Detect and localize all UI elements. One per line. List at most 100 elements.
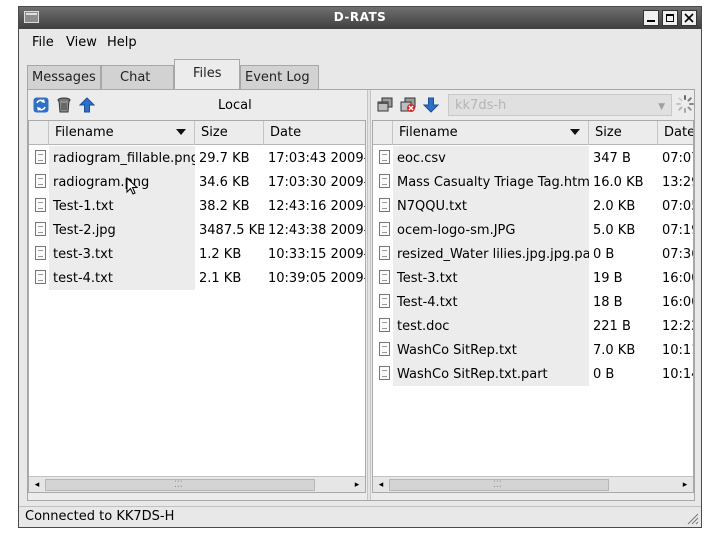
table-row[interactable]: test.doc 221 B 12:22:3 [373,314,693,338]
local-hscrollbar[interactable]: ◂ ⁚⁚⁚ ▸ [29,476,365,492]
trash-icon [57,97,71,113]
document-icon [379,246,390,260]
icon-column-header [373,121,393,145]
cell-name: radiogram.png [49,170,195,194]
menu-file[interactable]: File [32,35,54,50]
menu-view[interactable]: View [66,35,97,50]
tab-event-log[interactable]: Event Log [240,65,319,89]
table-row[interactable]: WashCo SitRep.txt.part 0 B 10:14:5 [373,362,693,386]
sort-down-icon [570,129,580,135]
table-row[interactable]: Test-2.jpg 3487.5 KB 12:43:38 2009-0 [29,218,365,242]
document-icon [379,366,390,380]
download-button[interactable] [420,94,442,116]
cell-name: Test-2.jpg [49,218,195,242]
document-icon [379,342,390,356]
document-icon [35,270,46,284]
cell-date: 13:29:0 [662,175,693,190]
cell-date: 07:36:3 [662,247,693,262]
stop-button[interactable] [397,94,419,116]
cell-size: 34.6 KB [199,175,250,190]
table-row[interactable]: WashCo SitRep.txt 7.0 KB 10:11:2 [373,338,693,362]
up-arrow-icon [78,97,96,113]
cell-date: 12:43:38 2009-0 [268,223,366,238]
cell-date: 12:43:16 2009-0 [268,199,366,214]
titlebar[interactable]: D-RATS [19,7,701,29]
remote-col-date[interactable]: Date [658,121,693,145]
cell-date: 16:00:2 [662,271,693,286]
scroll-left-icon[interactable]: ◂ [375,479,387,491]
resize-grip-icon[interactable] [685,511,699,525]
minimize-button[interactable] [643,10,659,26]
document-icon [35,174,46,188]
document-icon [35,222,46,236]
menu-help[interactable]: Help [107,35,137,50]
remote-col-filename[interactable]: Filename [393,121,589,145]
station-select-value: kk7ds-h [455,98,507,113]
table-row[interactable]: test-4.txt 2.1 KB 10:39:05 2009-0 [29,266,365,290]
table-row[interactable]: radiogram_fillable.png 29.7 KB 17:03:43 20… [29,146,365,170]
close-button[interactable] [681,10,697,26]
cell-name: Test-1.txt [49,194,195,218]
table-row[interactable]: Test-4.txt 18 B 16:00:1 [373,290,693,314]
tab-bar: Messages Chat Files Event Log [27,59,687,90]
local-col-size[interactable]: Size [195,121,264,145]
local-col-filename[interactable]: Filename [49,121,195,145]
delete-button[interactable] [53,94,75,116]
table-row[interactable]: eoc.csv 347 B 07:07:2 [373,146,693,170]
maximize-icon [666,14,674,22]
cell-date: 10:39:05 2009-0 [268,271,366,286]
tab-files[interactable]: Files [174,59,240,90]
table-row[interactable]: resized_Water lilies.jpg.jpg.part 0 B 07:3… [373,242,693,266]
cell-size: 3487.5 KB [199,223,264,238]
scroll-thumb[interactable]: ⁚⁚⁚ [45,479,315,491]
list-files-button[interactable] [374,94,396,116]
scroll-thumb[interactable]: ⁚⁚⁚ [389,479,609,491]
local-file-list[interactable]: Filename Size Date radiogram_fillable.pn… [28,120,366,493]
cell-date: 17:03:30 2009-0 [268,175,366,190]
remote-hscrollbar[interactable]: ◂ ⁚⁚⁚ ▸ [373,476,693,492]
cell-size: 38.2 KB [199,199,250,214]
remote-file-list[interactable]: Filename Size Date eoc.csv 347 B 07:07:2 Ma… [372,120,694,493]
cell-name: test-3.txt [49,242,195,266]
cell-date: 07:19:4 [662,223,693,238]
windows-icon [377,97,393,112]
grip-icon: ⁚⁚⁚ [174,480,183,490]
remote-toolbar: kk7ds-h ▼ [372,90,694,120]
remote-header: Filename Size Date [373,121,693,145]
remote-col-filename-label: Filename [399,125,458,140]
station-select[interactable]: kk7ds-h ▼ [448,94,672,116]
tab-chat[interactable]: Chat [101,65,174,89]
table-row[interactable]: Test-1.txt 38.2 KB 12:43:16 2009-0 [29,194,365,218]
cell-size: 29.7 KB [199,151,250,166]
cell-date: 16:00:1 [662,295,693,310]
maximize-button[interactable] [662,10,678,26]
table-row[interactable]: Mass Casualty Triage Tag.html 16.0 KB 13:2… [373,170,693,194]
cell-date: 10:14:5 [662,367,693,382]
refresh-button[interactable] [30,94,52,116]
scroll-right-icon[interactable]: ▸ [679,479,691,491]
cell-size: 7.0 KB [593,343,636,358]
upload-button[interactable] [76,94,98,116]
cell-name: resized_Water lilies.jpg.jpg.part [393,242,589,266]
table-row[interactable]: N7QQU.txt 2.0 KB 07:05:5 [373,194,693,218]
table-row[interactable]: ocem-logo-sm.JPG 5.0 KB 07:19:4 [373,218,693,242]
pane-divider[interactable] [367,90,371,500]
cell-name: Test-3.txt [393,266,589,290]
local-toolbar: Local [28,90,366,120]
scroll-right-icon[interactable]: ▸ [351,479,363,491]
status-text: Connected to KK7DS-H [25,509,175,524]
local-col-date[interactable]: Date [264,121,365,145]
table-row[interactable]: Test-3.txt 19 B 16:00:2 [373,266,693,290]
sort-down-icon [176,129,186,135]
cell-date: 07:05:5 [662,199,693,214]
table-row[interactable]: radiogram.png 34.6 KB 17:03:30 2009-0 [29,170,365,194]
document-icon [379,222,390,236]
scroll-left-icon[interactable]: ◂ [31,479,43,491]
document-icon [379,150,390,164]
tab-messages[interactable]: Messages [27,65,101,89]
cell-date: 12:22:3 [662,319,693,334]
cell-size: 347 B [593,151,631,166]
remote-col-size[interactable]: Size [589,121,658,145]
table-row[interactable]: test-3.txt 1.2 KB 10:33:15 2009-0 [29,242,365,266]
cell-name: WashCo SitRep.txt.part [393,362,589,386]
